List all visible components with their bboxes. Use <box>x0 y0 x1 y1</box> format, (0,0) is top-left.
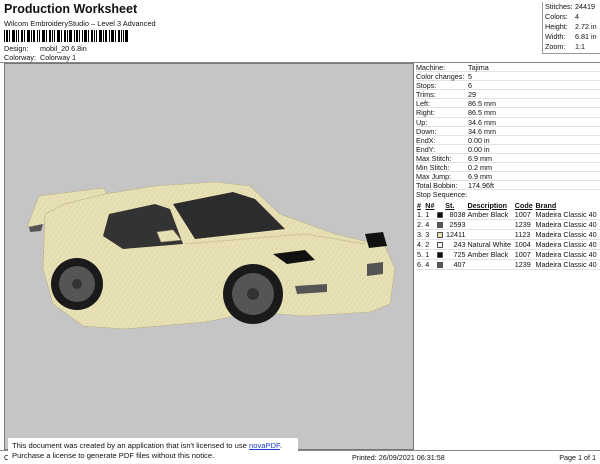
stat-height: Height: 2.72 in <box>545 22 597 31</box>
stitch-count: 725 <box>444 249 467 260</box>
stop-sequence-row: 1. 1 8038 Amber Black 1007 Madeira Classic 40 <box>416 209 600 220</box>
thread-brand: Madeira Classic 40 <box>534 229 600 240</box>
needle-number: 2 <box>424 239 436 250</box>
thread-brand: Madeira Classic 40 <box>534 219 600 230</box>
needle-number: 4 <box>424 259 436 270</box>
design-preview <box>4 63 414 450</box>
info-max-jump: Max Jump: 6.9 mm <box>416 172 600 182</box>
thread-swatch <box>435 229 445 240</box>
front-hub <box>247 288 259 300</box>
color-swatch <box>436 212 443 219</box>
color-swatch <box>436 252 443 259</box>
rear-hub <box>72 279 82 289</box>
thread-code: 1239 <box>513 259 535 270</box>
info-right: Right: 86.5 mm <box>416 108 600 118</box>
info-trims: Trims: 29 <box>416 90 600 100</box>
stop-index: 4. <box>416 239 425 250</box>
thread-swatch <box>435 249 445 260</box>
needle-number: 1 <box>424 249 436 260</box>
colorway-value: Colorway 1 <box>40 53 76 62</box>
stop-sequence-title: Stop Sequence: <box>416 190 468 200</box>
info-stops: Stops: 6 <box>416 81 600 91</box>
notice-line-2: Purchase a license to generate PDF files… <box>12 451 215 460</box>
colorway-row: Colorway: Colorway 1 <box>4 53 76 62</box>
thread-description: Amber Black <box>466 249 514 260</box>
stop-sequence-row: 3. 3 12411 1123 Madeira Classic 40 <box>416 229 600 240</box>
thread-code: 1007 <box>513 209 535 220</box>
thread-brand: Madeira Classic 40 <box>534 239 600 250</box>
stat-stitches: Stitches: 24419 <box>545 2 595 11</box>
stop-sequence-header: # N# St. Description Code Brand <box>417 200 557 210</box>
color-swatch <box>436 242 443 249</box>
info-min-stitch: Min Stitch: 0.2 mm <box>416 163 600 173</box>
software-name: Wilcom EmbroideryStudio – Level 3 Advanc… <box>4 19 156 28</box>
stop-index: 2. <box>416 219 425 230</box>
stop-sequence-row: 4. 2 243 Natural White 1004 Madeira Classic 4… <box>416 239 600 250</box>
info-endx: EndX: 0.00 in <box>416 136 600 145</box>
color-swatch <box>436 232 443 239</box>
info-down: Down: 34.6 mm <box>416 127 600 136</box>
info-up: Up: 34.6 mm <box>416 118 600 127</box>
thread-brand: Madeira Classic 40 <box>534 209 600 220</box>
thread-swatch <box>435 219 445 230</box>
front-intake <box>367 262 383 276</box>
design-row: Design: mobil_20 6.8in <box>4 44 87 53</box>
stitch-count: 407 <box>444 259 467 270</box>
thread-code: 1239 <box>513 219 535 230</box>
info-endy: EndY: 0.00 in <box>416 145 600 154</box>
stop-index: 5. <box>416 249 425 260</box>
color-swatch <box>436 222 443 229</box>
machine-info-panel: Machine: Tajima Color changes: 5 Stops: 6 T… <box>416 63 600 270</box>
worksheet-header: Production Worksheet Wilcom EmbroiderySt… <box>0 0 600 62</box>
printed-date: Printed: 26/09/2021 06:31:58 <box>352 453 445 462</box>
stop-sequence-row: 5. 1 725 Amber Black 1007 Madeira Classic 40 <box>416 249 600 260</box>
stat-width: Width: 6.81 in <box>545 32 597 41</box>
needle-number: 3 <box>424 229 436 240</box>
stop-sequence-row: 2. 4 2593 1239 Madeira Classic 40 <box>416 219 600 230</box>
needle-number: 1 <box>424 209 436 220</box>
colorway-label: Colorway: <box>4 53 36 62</box>
info-total-bobbin: Total Bobbin: 174.96ft <box>416 181 600 191</box>
stop-sequence-row: 6. 4 407 1239 Madeira Classic 40 <box>416 259 600 270</box>
novapdf-link[interactable]: novaPDF <box>249 441 280 450</box>
color-swatch <box>436 262 443 269</box>
thread-code: 1004 <box>513 239 535 250</box>
page-title: Production Worksheet <box>4 2 138 16</box>
info-color-changes: Color changes: 5 <box>416 72 600 82</box>
thread-brand: Madeira Classic 40 <box>534 249 600 260</box>
thread-description <box>466 229 514 240</box>
stop-index: 3. <box>416 229 425 240</box>
barcode <box>4 30 128 42</box>
design-label: Design: <box>4 44 29 53</box>
stitch-count: 2593 <box>444 219 467 230</box>
needle-number: 4 <box>424 219 436 230</box>
stat-colors: Colors: 4 <box>545 12 579 21</box>
thread-description <box>466 259 514 270</box>
design-stats: Stitches: 24419 Colors: 4 Height: 2.72 in W… <box>542 2 600 54</box>
thread-code: 1007 <box>513 249 535 260</box>
thread-code: 1123 <box>513 229 535 240</box>
thread-swatch <box>435 259 445 270</box>
thread-brand: Madeira Classic 40 <box>534 259 600 270</box>
thread-description <box>466 219 514 230</box>
stop-index: 6. <box>416 259 425 270</box>
thread-description: Natural White <box>466 239 514 250</box>
license-notice: This document was created by an applicat… <box>8 438 298 464</box>
stitch-count: 8038 <box>444 209 467 220</box>
stop-index: 1. <box>416 209 425 220</box>
stop-sequence-table: # N# St. Description Code Brand 1. 1 8038 A… <box>416 200 600 270</box>
design-value: mobil_20 6.8in <box>40 44 87 53</box>
page-number: Page 1 of 1 <box>559 453 596 462</box>
info-max-stitch: Max Stitch: 6.9 mm <box>416 154 600 164</box>
notice-line-1: This document was created by an applicat… <box>12 441 282 450</box>
car-embroidery-image <box>26 181 396 330</box>
info-left: Left: 86.5 mm <box>416 99 600 109</box>
thread-swatch <box>435 239 445 250</box>
stat-zoom: Zoom: 1:1 <box>545 42 585 51</box>
thread-swatch <box>435 209 445 220</box>
info-machine: Machine: Tajima <box>416 63 600 73</box>
stitch-count: 12411 <box>444 229 467 240</box>
stitch-count: 243 <box>444 239 467 250</box>
thread-description: Amber Black <box>466 209 514 220</box>
